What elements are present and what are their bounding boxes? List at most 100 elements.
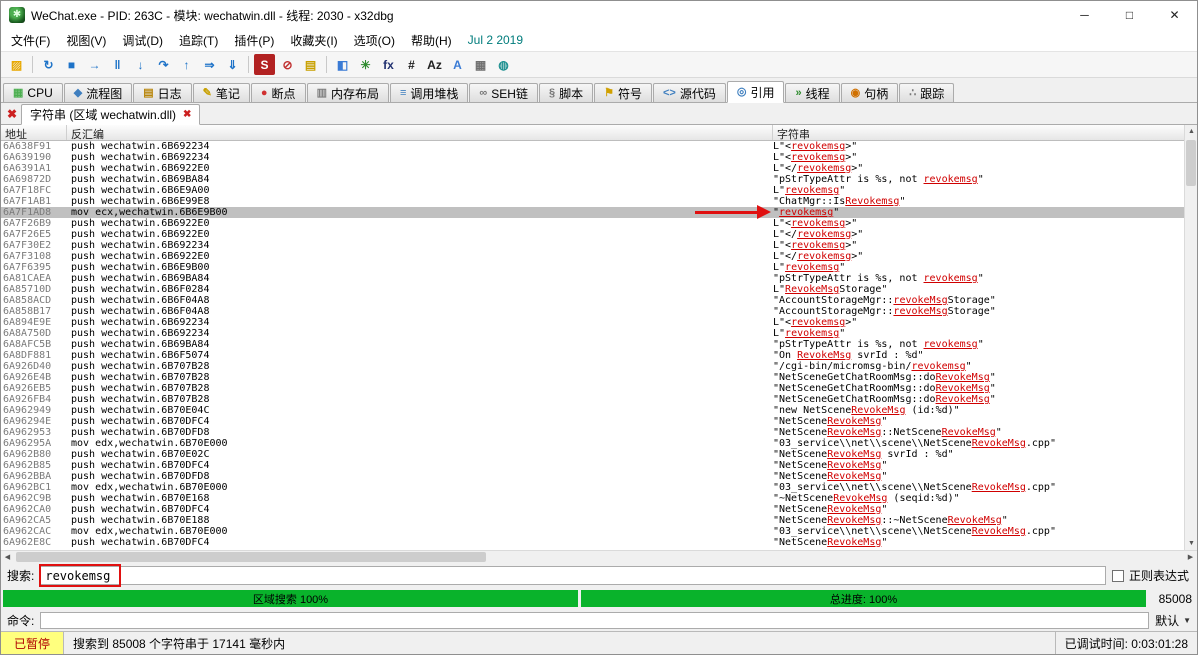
fx-icon[interactable]: fx xyxy=(378,54,399,75)
strings-document-tab[interactable]: 字符串 (区域 wechatwin.dll) ✖ xyxy=(21,104,201,125)
tab-memory-map[interactable]: ▥ 内存布局 xyxy=(306,83,389,102)
settings-icon[interactable]: S xyxy=(254,54,275,75)
regex-checkbox[interactable] xyxy=(1111,569,1124,582)
table-row[interactable]: 6A7F6395 push wechatwin.6B6E9B00 L"revokem… xyxy=(1,262,1197,273)
tab-references[interactable]: ◎ 引用 xyxy=(726,81,785,103)
tab-threads[interactable]: » 线程 xyxy=(785,83,840,102)
menu-item[interactable]: 追踪(T) xyxy=(171,29,226,52)
restart-icon[interactable]: ↻ xyxy=(38,54,59,75)
globe-icon[interactable]: ◍ xyxy=(493,54,514,75)
tab-source[interactable]: <> 源代码 xyxy=(652,83,726,102)
table-row[interactable]: 6A7F26B9 push wechatwin.6B6922E0 L"<revoke… xyxy=(1,218,1197,229)
animate-into-icon[interactable]: ⇓ xyxy=(222,54,243,75)
pause-icon[interactable]: ‖ xyxy=(107,54,128,75)
tab-call-stack[interactable]: ≡ 调用堆栈 xyxy=(389,83,469,102)
minimize-button[interactable]: ─ xyxy=(1062,1,1107,29)
table-row[interactable]: 6A962CA5 push wechatwin.6B70E188 "NetScene… xyxy=(1,515,1197,526)
menu-item[interactable]: 视图(V) xyxy=(58,29,114,52)
run-to-user-code-icon[interactable]: ⇒ xyxy=(199,54,220,75)
tab-log[interactable]: ▤ 日志 xyxy=(133,83,192,102)
table-row[interactable]: 6A926EB5 push wechatwin.6B707B28 "NetScene… xyxy=(1,383,1197,394)
horizontal-scroll-thumb[interactable] xyxy=(16,551,486,562)
open-file-icon[interactable]: ▨ xyxy=(6,54,27,75)
scroll-down-icon[interactable]: ▼ xyxy=(1185,537,1197,550)
tab-script[interactable]: § 脚本 xyxy=(538,83,594,102)
regex-option[interactable]: 正则表达式 xyxy=(1111,567,1191,584)
table-row[interactable]: 6A69872D push wechatwin.6B69BA84 "pStrType… xyxy=(1,174,1197,185)
menu-item[interactable]: 帮助(H) xyxy=(403,29,460,52)
table-row[interactable]: 6A858B17 push wechatwin.6B6F04A8 "AccountS… xyxy=(1,306,1197,317)
table-row[interactable]: 6A894E9E push wechatwin.6B692234 L"<revoke… xyxy=(1,317,1197,328)
tab-handles[interactable]: ◉ 句柄 xyxy=(840,83,899,102)
command-profile-dropdown[interactable]: 默认 ▼ xyxy=(1155,612,1191,629)
font-icon[interactable]: A xyxy=(447,54,468,75)
table-row[interactable]: 6A926E4B push wechatwin.6B707B28 "NetScene… xyxy=(1,372,1197,383)
menu-item[interactable]: 调试(D) xyxy=(114,29,171,52)
memory-icon[interactable]: ▦ xyxy=(470,54,491,75)
menu-item[interactable]: 收藏夹(I) xyxy=(282,29,345,52)
table-row[interactable]: 6A7F3108 push wechatwin.6B6922E0 L"</revok… xyxy=(1,251,1197,262)
vertical-scrollbar[interactable]: ▲ ▼ xyxy=(1184,125,1197,550)
table-row[interactable]: 6A96294E push wechatwin.6B70DFC4 "NetScene… xyxy=(1,416,1197,427)
table-row[interactable]: 6A7F30E2 push wechatwin.6B692234 L"<revoke… xyxy=(1,240,1197,251)
az-icon[interactable]: Az xyxy=(424,54,445,75)
table-row[interactable]: 6A8DF881 push wechatwin.6B6F5074 "On Revok… xyxy=(1,350,1197,361)
table-row[interactable]: 6A962BC1 mov edx,wechatwin.6B70E000 "03_se… xyxy=(1,482,1197,493)
scroll-right-icon[interactable]: ▶ xyxy=(1184,553,1197,561)
table-row[interactable]: 6A962949 push wechatwin.6B70E04C "new NetS… xyxy=(1,405,1197,416)
tab-trace[interactable]: ∴ 跟踪 xyxy=(899,83,955,102)
table-row[interactable]: 6A962BBA push wechatwin.6B70DFD8 "NetScene… xyxy=(1,471,1197,482)
table-row[interactable]: 6A926D40 push wechatwin.6B707B28 "/cgi-bin… xyxy=(1,361,1197,372)
table-row[interactable]: 6A7F1AD8 mov ecx,wechatwin.6B6E9B00 "revok… xyxy=(1,207,1197,218)
table-row[interactable]: 6A7F1AB1 push wechatwin.6B6E99E8 "ChatMgr:… xyxy=(1,196,1197,207)
gear-icon[interactable]: ✳ xyxy=(355,54,376,75)
step-over-icon[interactable]: ↷ xyxy=(153,54,174,75)
tab-notes[interactable]: ✎ 笔记 xyxy=(192,83,250,102)
table-row[interactable]: 6A962CAC mov edx,wechatwin.6B70E000 "03_se… xyxy=(1,526,1197,537)
table-row[interactable]: 6A858ACD push wechatwin.6B6F04A8 "AccountS… xyxy=(1,295,1197,306)
tab-cpu[interactable]: ▦ CPU xyxy=(3,83,63,102)
step-into-icon[interactable]: ↓ xyxy=(130,54,151,75)
table-row[interactable]: 6A926FB4 push wechatwin.6B707B28 "NetScene… xyxy=(1,394,1197,405)
menu-item[interactable]: 插件(P) xyxy=(226,29,282,52)
table-row[interactable]: 6A85710D push wechatwin.6B6F0284 L"RevokeM… xyxy=(1,284,1197,295)
search-input[interactable] xyxy=(40,566,1106,585)
table-row[interactable]: 6A8A750D push wechatwin.6B692234 L"revokem… xyxy=(1,328,1197,339)
hash-icon[interactable]: # xyxy=(401,54,422,75)
execute-till-return-icon[interactable]: ↑ xyxy=(176,54,197,75)
table-row[interactable]: 6A639190 push wechatwin.6B692234 L"<revoke… xyxy=(1,152,1197,163)
command-input[interactable] xyxy=(40,611,1150,629)
maximize-button[interactable]: □ xyxy=(1107,1,1152,29)
scroll-left-icon[interactable]: ◀ xyxy=(1,553,14,561)
tab-graph[interactable]: ◆ 流程图 xyxy=(63,83,133,102)
vertical-scroll-track[interactable] xyxy=(1185,138,1197,537)
table-row[interactable]: 6A962B80 push wechatwin.6B70E02C "NetScene… xyxy=(1,449,1197,460)
close-button[interactable]: ✕ xyxy=(1152,1,1197,29)
table-row[interactable]: 6A962CA0 push wechatwin.6B70DFC4 "NetScene… xyxy=(1,504,1197,515)
table-row[interactable]: 6A96295A mov edx,wechatwin.6B70E000 "03_se… xyxy=(1,438,1197,449)
table-row[interactable]: 6A962B85 push wechatwin.6B70DFC4 "NetScene… xyxy=(1,460,1197,471)
log-window-icon[interactable]: ▤ xyxy=(300,54,321,75)
table-row[interactable]: 6A962C9B push wechatwin.6B70E168 "~NetScen… xyxy=(1,493,1197,504)
tab-seh[interactable]: ∞ SEH链 xyxy=(469,83,538,102)
menu-item[interactable]: 文件(F) xyxy=(3,29,58,52)
disable-breakpoint-icon[interactable]: ⊘ xyxy=(277,54,298,75)
table-row[interactable]: 6A638F91 push wechatwin.6B692234 L"<revoke… xyxy=(1,141,1197,152)
tab-symbols[interactable]: ⚑ 符号 xyxy=(594,83,652,102)
table-row[interactable]: 6A8AFC5B push wechatwin.6B69BA84 "pStrType… xyxy=(1,339,1197,350)
horizontal-scrollbar[interactable]: ◀ ▶ xyxy=(1,550,1197,563)
horizontal-scroll-track[interactable] xyxy=(14,551,1184,564)
scroll-up-icon[interactable]: ▲ xyxy=(1185,125,1197,138)
table-row[interactable]: 6A962953 push wechatwin.6B70DFD8 "NetScene… xyxy=(1,427,1197,438)
menu-item[interactable]: 选项(O) xyxy=(346,29,403,52)
table-row[interactable]: 6A81CAEA push wechatwin.6B69BA84 "pStrType… xyxy=(1,273,1197,284)
table-row[interactable]: 6A6391A1 push wechatwin.6B6922E0 L"</revok… xyxy=(1,163,1197,174)
run-icon[interactable]: → xyxy=(84,54,105,75)
tab-close-icon[interactable]: ✖ xyxy=(183,109,191,120)
table-row[interactable]: 6A7F26E5 push wechatwin.6B6922E0 L"</revok… xyxy=(1,229,1197,240)
patch-icon[interactable]: ◧ xyxy=(332,54,353,75)
vertical-scroll-thumb[interactable] xyxy=(1186,140,1196,186)
table-row[interactable]: 6A7F18FC push wechatwin.6B6E9A00 L"revokem… xyxy=(1,185,1197,196)
close-reference-tab-icon[interactable]: ✖ xyxy=(3,105,21,123)
tab-breakpoints[interactable]: ● 断点 xyxy=(250,83,306,102)
